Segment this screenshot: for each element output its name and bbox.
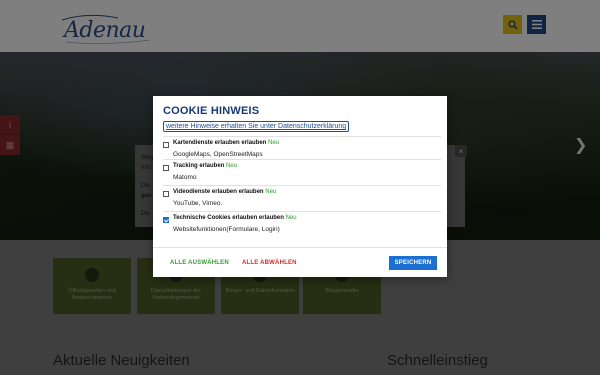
tracking-checkbox[interactable] [163, 165, 169, 171]
option-label: Tracking erlauben Neu [173, 163, 238, 169]
deselect-all-button[interactable]: ALLE ABWÄHLEN [242, 260, 297, 266]
cookie-option-tracking: Tracking erlauben Neu Matomo [163, 159, 441, 185]
option-description: Websitefunktionen(Formulare, Login) [173, 226, 280, 233]
video-checkbox[interactable] [163, 191, 169, 197]
privacy-policy-link[interactable]: weitere Hinweise erhalten Sie unter Date… [163, 121, 350, 132]
cookie-dialog: COOKIE HINWEIS weitere Hinweise erhalten… [153, 96, 447, 277]
cookie-option-video: Videodienste erlauben erlauben Neu YouTu… [163, 185, 441, 211]
option-description: Matomo [173, 174, 197, 181]
save-button[interactable]: SPEICHERN [389, 256, 437, 270]
cookie-option-technical: Technische Cookies erlauben erlauben Neu… [163, 211, 441, 239]
maps-checkbox[interactable] [163, 142, 169, 148]
cookie-dialog-footer: ALLE AUSWÄHLEN ALLE ABWÄHLEN SPEICHERN [153, 247, 447, 277]
technical-checkbox[interactable] [163, 217, 169, 223]
new-badge: Neu [285, 215, 297, 221]
new-badge: Neu [265, 189, 277, 195]
option-description: YouTube, Vimeo. [173, 200, 223, 207]
option-label: Videodienste erlauben erlauben Neu [173, 189, 277, 195]
select-all-button[interactable]: ALLE AUSWÄHLEN [170, 260, 229, 266]
option-label: Kartendienste erlauben erlauben Neu [173, 140, 280, 146]
option-description: GoogleMaps, OpenStreetMaps [173, 151, 263, 158]
new-badge: Neu [226, 163, 238, 169]
new-badge: Neu [268, 140, 280, 146]
cookie-dialog-title: COOKIE HINWEIS [163, 105, 260, 117]
option-label: Technische Cookies erlauben erlauben Neu [173, 215, 297, 221]
